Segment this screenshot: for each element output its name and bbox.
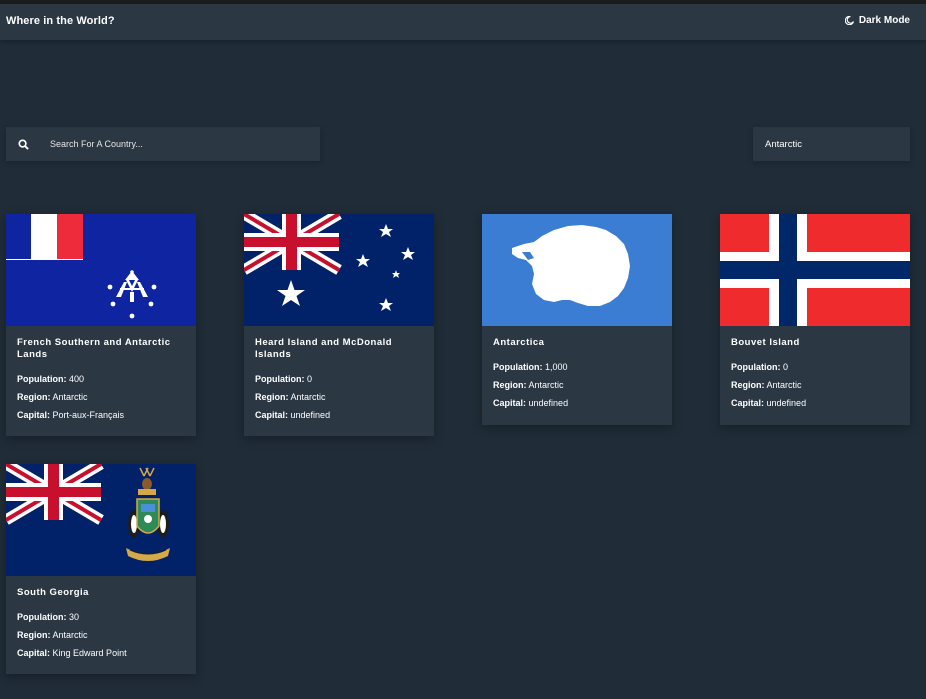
- population-value: 0: [307, 374, 313, 384]
- flag-french-southern-lands: [6, 214, 196, 326]
- country-name: South Georgia: [17, 587, 89, 598]
- region-row: Region: Antarctic: [731, 379, 899, 391]
- region-filter-select[interactable]: Antarctic: [753, 127, 910, 161]
- population-label: Population:: [493, 362, 543, 372]
- app-header: Where in the World? Dark Mode: [0, 4, 926, 40]
- population-value: 400: [69, 374, 85, 384]
- capital-row: Capital: undefined: [493, 397, 661, 409]
- region-row: Region: Antarctic: [17, 629, 185, 641]
- country-name: French Southern and Antarctic Lands: [17, 337, 171, 360]
- capital-label: Capital:: [731, 398, 765, 408]
- population-value: 30: [69, 612, 80, 622]
- search-bar: [6, 127, 320, 161]
- flag-bouvet-island: [720, 214, 910, 326]
- capital-label: Capital:: [17, 648, 51, 658]
- region-value: Antarctic: [52, 630, 88, 640]
- population-label: Population:: [17, 374, 67, 384]
- region-value: Antarctic: [528, 380, 564, 390]
- search-icon: [18, 139, 29, 150]
- capital-row: Capital: Port-aux-Français: [17, 409, 185, 421]
- country-card-heard-island[interactable]: Heard Island and McDonald Islands Popula…: [244, 214, 434, 436]
- region-label: Region:: [731, 380, 765, 390]
- dark-mode-label: Dark Mode: [858, 15, 910, 26]
- region-row: Region: Antarctic: [493, 379, 661, 391]
- capital-label: Capital:: [493, 398, 527, 408]
- flag-south-georgia: [6, 464, 196, 576]
- capital-value: King Edward Point: [52, 648, 127, 658]
- capital-label: Capital:: [17, 410, 51, 420]
- capital-value: undefined: [290, 410, 331, 420]
- population-row: Population: 1,000: [493, 361, 661, 373]
- country-name: Bouvet Island: [731, 337, 800, 348]
- population-label: Population:: [731, 362, 781, 372]
- region-label: Region:: [255, 392, 289, 402]
- capital-value: undefined: [528, 398, 569, 408]
- population-row: Population: 400: [17, 373, 185, 385]
- population-value: 1,000: [545, 362, 568, 372]
- country-card-south-georgia[interactable]: South Georgia Population: 30 Region: Ant…: [6, 464, 196, 674]
- region-label: Region:: [17, 392, 51, 402]
- moon-icon: [844, 16, 854, 25]
- search-input[interactable]: [50, 127, 310, 161]
- population-label: Population:: [255, 374, 305, 384]
- capital-value: Port-aux-Français: [52, 410, 125, 420]
- region-label: Region:: [493, 380, 527, 390]
- population-row: Population: 0: [731, 361, 899, 373]
- region-value: Antarctic: [766, 380, 802, 390]
- capital-value: undefined: [766, 398, 807, 408]
- region-row: Region: Antarctic: [255, 391, 423, 403]
- app-title: Where in the World?: [6, 15, 115, 27]
- population-value: 0: [783, 362, 789, 372]
- region-label: Region:: [17, 630, 51, 640]
- population-label: Population:: [17, 612, 67, 622]
- region-value: Antarctic: [290, 392, 326, 402]
- capital-row: Capital: King Edward Point: [17, 647, 185, 659]
- country-name: Antarctica: [493, 337, 545, 348]
- dark-mode-toggle[interactable]: Dark Mode: [844, 15, 910, 26]
- capital-row: Capital: undefined: [731, 397, 899, 409]
- country-card-bouvet-island[interactable]: Bouvet Island Population: 0 Region: Anta…: [720, 214, 910, 425]
- flag-antarctica: [482, 214, 672, 326]
- region-row: Region: Antarctic: [17, 391, 185, 403]
- capital-label: Capital:: [255, 410, 289, 420]
- region-value: Antarctic: [52, 392, 88, 402]
- population-row: Population: 30: [17, 611, 185, 623]
- country-card-french-southern-lands[interactable]: French Southern and Antarctic Lands Popu…: [6, 214, 196, 436]
- country-name: Heard Island and McDonald Islands: [255, 337, 393, 360]
- capital-row: Capital: undefined: [255, 409, 423, 421]
- flag-heard-island: [244, 214, 434, 326]
- country-card-antarctica[interactable]: Antarctica Population: 1,000 Region: Ant…: [482, 214, 672, 425]
- population-row: Population: 0: [255, 373, 423, 385]
